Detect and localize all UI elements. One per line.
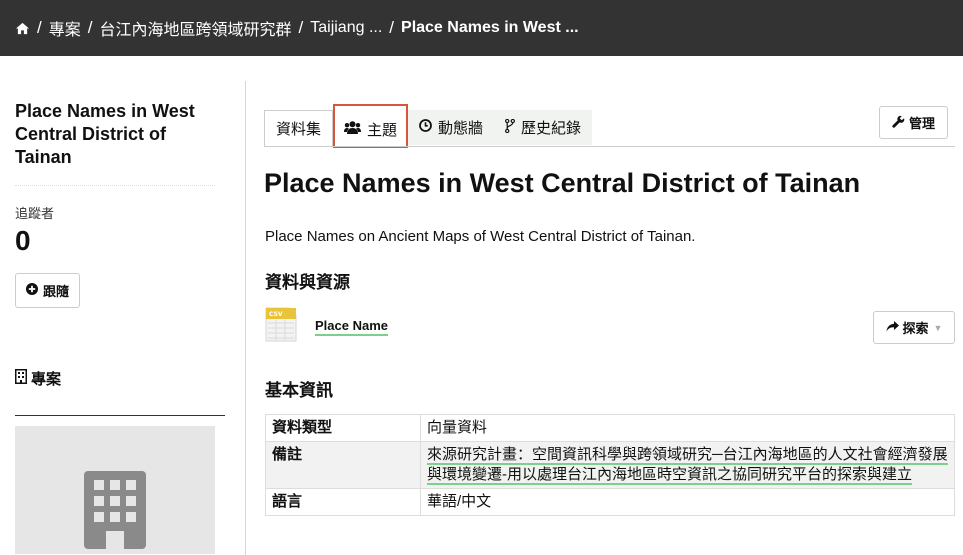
page-title: Place Names in West Central District of … xyxy=(264,168,861,198)
tab-history[interactable]: 歷史紀錄 xyxy=(494,110,593,145)
csv-format-label: CSV xyxy=(269,311,283,318)
resource-name-link[interactable]: Place Name xyxy=(315,318,388,336)
table-row: 備註 來源研究計畫：空間資訊科學與跨領域研究─台江內海地區的人文社會經濟發展與環… xyxy=(265,441,955,489)
sidebar: Place Names in West Central District of … xyxy=(15,100,225,554)
clock-icon xyxy=(419,119,432,136)
tab-dataset[interactable]: 資料集 xyxy=(264,110,334,147)
breadcrumb-separator: / xyxy=(87,18,93,37)
info-key: 語言 xyxy=(265,488,421,516)
follow-button-label: 跟隨 xyxy=(43,284,70,299)
explore-button-label: 探索 xyxy=(902,321,929,336)
info-value: 向量資料 xyxy=(420,414,955,442)
dropdown-caret-icon: ▼ xyxy=(933,322,943,333)
breadcrumb-separator: / xyxy=(389,18,395,37)
info-value: 華語/中文 xyxy=(420,488,955,516)
tab-activity[interactable]: 動態牆 xyxy=(408,110,495,145)
sidebar-title: Place Names in West Central District of … xyxy=(15,100,215,186)
project-thumbnail[interactable] xyxy=(15,426,215,554)
sidebar-divider xyxy=(245,81,246,555)
explore-button[interactable]: 探索 ▼ xyxy=(873,311,955,344)
home-icon[interactable] xyxy=(15,22,30,35)
building-icon xyxy=(15,369,27,388)
manage-button[interactable]: 管理 xyxy=(879,106,948,139)
tab-bar-border xyxy=(264,146,955,147)
csv-file-icon: CSV xyxy=(265,307,297,347)
info-value-cell: 來源研究計畫：空間資訊科學與跨領域研究─台江內海地區的人文社會經濟發展與環境變遷… xyxy=(420,441,955,489)
branch-icon xyxy=(505,118,516,137)
followers-count: 0 xyxy=(15,225,31,256)
breadcrumb-separator: / xyxy=(37,18,42,37)
users-icon xyxy=(344,120,362,138)
follow-button[interactable]: 跟隨 xyxy=(15,273,81,308)
resource-item[interactable]: CSV Place Name xyxy=(265,307,388,347)
tab-topics[interactable]: 主題 xyxy=(333,104,409,148)
dataset-description: Place Names on Ancient Maps of West Cent… xyxy=(265,228,696,245)
followers-label: 追蹤者 xyxy=(15,206,55,221)
building-icon xyxy=(82,471,148,554)
tab-activity-label: 動態牆 xyxy=(438,120,484,137)
tab-topics-label: 主題 xyxy=(367,121,398,139)
breadcrumb-current[interactable]: Place Names in West ... xyxy=(401,19,579,37)
info-key: 資料類型 xyxy=(265,414,421,442)
table-row: 資料類型 向量資料 xyxy=(265,414,955,442)
share-arrow-icon xyxy=(886,320,899,335)
manage-button-label: 管理 xyxy=(908,116,935,131)
tab-dataset-label: 資料集 xyxy=(276,121,322,138)
tab-bar: 資料集 主題 動態牆 歷史紀錄 xyxy=(264,104,593,148)
breadcrumb-separator: / xyxy=(298,18,304,37)
info-key: 備註 xyxy=(265,441,421,489)
info-table: 資料類型 向量資料 備註 來源研究計畫：空間資訊科學與跨領域研究─台江內海地區的… xyxy=(265,414,955,516)
info-heading: 基本資訊 xyxy=(265,381,333,400)
info-value[interactable]: 來源研究計畫：空間資訊科學與跨領域研究─台江內海地區的人文社會經濟發展與環境變遷… xyxy=(427,446,948,485)
table-row: 語言 華語/中文 xyxy=(265,488,955,516)
breadcrumb: / 專案 / 台江內海地區跨領域研究群 / Taijiang ... / Pla… xyxy=(0,0,963,56)
plus-circle-icon xyxy=(26,283,38,298)
breadcrumb-projects[interactable]: 專案 xyxy=(49,16,81,40)
resources-heading: 資料與資源 xyxy=(265,273,350,292)
breadcrumb-research-group[interactable]: 台江內海地區跨領域研究群 xyxy=(99,16,291,40)
wrench-icon xyxy=(892,115,905,131)
breadcrumb-taijiang[interactable]: Taijiang ... xyxy=(310,19,382,37)
tab-history-label: 歷史紀錄 xyxy=(521,120,582,137)
project-heading-label: 專案 xyxy=(31,371,62,388)
project-heading: 專案 xyxy=(15,368,225,416)
